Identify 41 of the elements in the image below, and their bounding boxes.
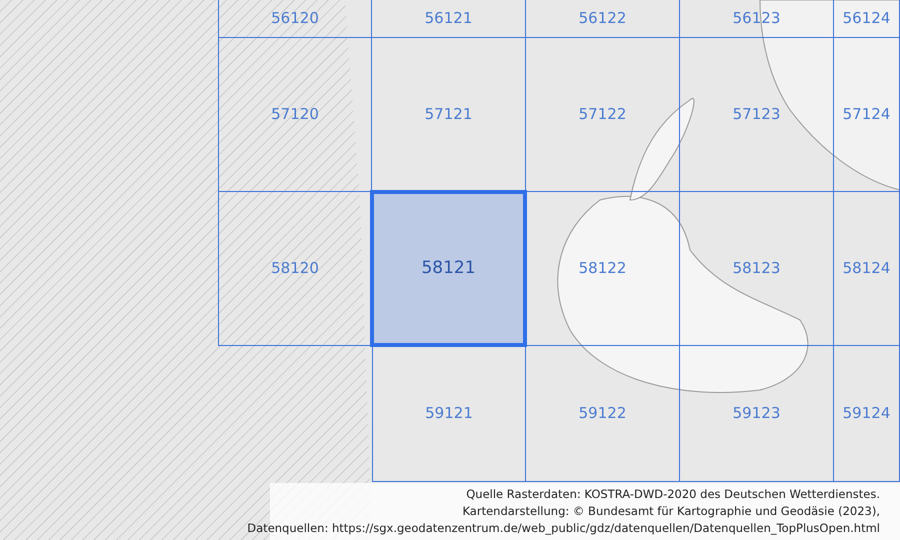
grid-tile[interactable]: 58121 — [370, 190, 527, 347]
grid-tile[interactable]: 59124 — [834, 346, 900, 482]
grid-tile[interactable]: 56124 — [834, 0, 900, 38]
grid-tile[interactable]: 57121 — [372, 38, 526, 192]
grid-tile[interactable]: 56120 — [218, 0, 372, 38]
tile-number: 57123 — [732, 104, 780, 126]
grid-tile[interactable]: 58123 — [680, 192, 834, 346]
tile-number: 58120 — [271, 258, 319, 280]
grid-tile[interactable]: 59121 — [372, 346, 526, 482]
tile-number: 58121 — [421, 256, 476, 280]
grid-tile[interactable]: 56122 — [526, 0, 680, 38]
attribution-text: Kartendarstellung: © Bundesamt für Kartographie und Geodäsie (2023), — [462, 503, 880, 520]
tile-number: 56120 — [271, 8, 319, 30]
tile-number: 57121 — [424, 104, 472, 126]
grid-tile[interactable]: 57122 — [526, 38, 680, 192]
tile-number: 57124 — [842, 104, 890, 126]
tile-number: 58124 — [842, 258, 890, 280]
grid-tile[interactable]: 57120 — [218, 38, 372, 192]
tile-number: 56123 — [732, 8, 780, 30]
tile-number: 59123 — [732, 403, 780, 424]
grid-tile[interactable]: 58124 — [834, 192, 900, 346]
grid-tile[interactable]: 58122 — [526, 192, 680, 346]
tile-number: 56124 — [842, 8, 890, 30]
grid-tile[interactable]: 59122 — [526, 346, 680, 482]
tile-number: 57120 — [271, 104, 319, 126]
grid-tile[interactable]: 59123 — [680, 346, 834, 482]
tile-number: 58122 — [578, 258, 626, 280]
tile-number: 59124 — [842, 403, 890, 424]
tile-number: 59121 — [425, 403, 473, 424]
attribution-text: Quelle Rasterdaten: KOSTRA-DWD-2020 des Deutschen Wetterdienstes. — [466, 486, 880, 503]
grid-tile[interactable]: 56123 — [680, 0, 834, 38]
tile-number: 58123 — [732, 258, 780, 280]
grid-tile[interactable]: 58120 — [218, 192, 372, 346]
grid-tile[interactable]: 57123 — [680, 38, 834, 192]
tile-number: 56122 — [578, 8, 626, 30]
tile-number: 59122 — [578, 403, 626, 424]
tile-number: 57122 — [578, 104, 626, 126]
attribution-text: Datenquellen: https://sgx.geodatenzentrum.de/web_public/gdz/datenquellen/Datenquellen_TopPlusOpen.html — [247, 520, 880, 537]
grid-tile[interactable]: 56121 — [372, 0, 526, 38]
tile-number: 56121 — [424, 8, 472, 30]
grid-tile[interactable]: 57124 — [834, 38, 900, 192]
